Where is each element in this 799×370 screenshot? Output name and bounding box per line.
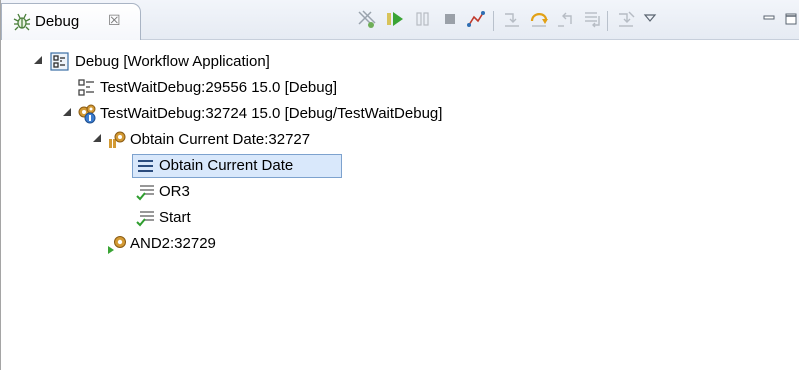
expanded-arrow-icon[interactable] — [33, 55, 43, 65]
tree-item-launch[interactable]: Debug [Workflow Application] — [1, 50, 799, 74]
workflow-thread-icon — [109, 131, 126, 148]
tree-item-label: Obtain Current Date:32727 — [130, 131, 311, 148]
remove-all-terminated-icon[interactable] — [354, 7, 378, 31]
tree-item-process[interactable]: TestWaitDebug:32724 15.0 [Debug/TestWait… — [1, 102, 799, 126]
tree-item-label: TestWaitDebug:32724 15.0 [Debug/TestWait… — [100, 105, 443, 122]
terminate-icon[interactable] — [438, 7, 462, 31]
resume-icon[interactable] — [383, 7, 407, 31]
view-menu-icon[interactable] — [638, 7, 662, 31]
view-toolbar — [1, 5, 799, 35]
minimize-icon[interactable] — [757, 7, 781, 31]
drop-to-frame-icon[interactable] — [580, 7, 604, 31]
view-tab-bar: Debug ☒ — [1, 0, 799, 40]
tree-item-stack-frame[interactable]: Start — [1, 206, 799, 230]
running-thread-icon — [108, 236, 126, 254]
step-over-icon[interactable] — [527, 7, 551, 31]
tree-item-label: Obtain Current Date — [159, 157, 294, 174]
expanded-arrow-icon[interactable] — [92, 133, 102, 143]
toolbar-separator — [607, 11, 608, 31]
toolbar-separator — [493, 11, 494, 31]
step-return-icon[interactable] — [554, 7, 578, 31]
debug-tree: Debug [Workflow Application] TestWaitDeb… — [1, 41, 799, 370]
use-step-filters-icon[interactable] — [614, 7, 638, 31]
tree-item-process[interactable]: TestWaitDebug:29556 15.0 [Debug] — [1, 76, 799, 100]
expanded-arrow-icon[interactable] — [62, 107, 72, 117]
tree-item-label: TestWaitDebug:29556 15.0 [Debug] — [100, 79, 338, 96]
completed-frame-icon — [136, 211, 154, 227]
terminated-process-icon — [78, 79, 94, 96]
maximize-icon[interactable] — [779, 7, 799, 31]
workflow-process-icon — [78, 104, 96, 124]
suspend-icon[interactable] — [411, 7, 435, 31]
tree-item-stack-frame[interactable]: Obtain Current Date — [1, 154, 799, 178]
debug-view: Debug ☒ Debug [Workflow Application] Tes… — [0, 0, 799, 370]
tree-item-label: AND2:32729 — [130, 235, 216, 252]
tree-item-label: Debug [Workflow Application] — [75, 53, 270, 70]
launch-config-icon — [50, 52, 69, 71]
tree-item-thread[interactable]: Obtain Current Date:32727 — [1, 128, 799, 152]
tree-item-label: Start — [159, 209, 191, 226]
step-into-icon[interactable] — [500, 7, 524, 31]
tree-item-stack-frame[interactable]: OR3 — [1, 180, 799, 204]
stack-frame-icon — [138, 160, 153, 172]
completed-frame-icon — [136, 185, 154, 201]
tree-item-thread[interactable]: AND2:32729 — [1, 232, 799, 256]
tree-item-label: OR3 — [159, 183, 190, 200]
disconnect-icon[interactable] — [464, 7, 488, 31]
